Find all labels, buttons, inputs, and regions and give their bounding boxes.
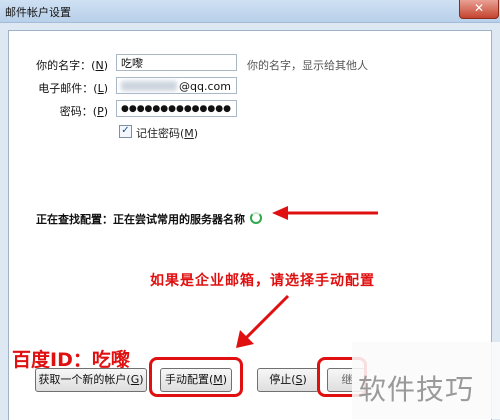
name-hint: 你的名字，显示给其他人 <box>247 59 368 72</box>
name-input[interactable]: 吃嚟 <box>116 54 237 71</box>
remember-password-checkbox[interactable]: ✓ <box>119 125 132 138</box>
email-label: 电子邮件：(L) <box>38 82 108 95</box>
email-input[interactable]: @qq.com <box>116 77 237 94</box>
get-new-account-button[interactable]: 获取一个新的帐户(G) <box>35 368 147 392</box>
title-bar: 邮件帐户设置 ✕ <box>0 0 500 23</box>
password-input[interactable]: ●●●●●●●●●●●●●● <box>116 100 237 117</box>
close-icon: ✕ <box>473 1 485 15</box>
name-label: 你的名字：(N) <box>36 59 108 72</box>
email-redaction <box>121 81 177 91</box>
checkmark-icon: ✓ <box>121 125 130 136</box>
annotation-note: 如果是企业邮箱，请选择手动配置 <box>150 273 375 289</box>
manual-config-highlight <box>149 357 243 397</box>
status-arrow-icon <box>272 206 378 220</box>
remember-password-label[interactable]: 记住密码(M) <box>136 125 198 141</box>
loading-spinner-icon <box>250 212 262 224</box>
close-button[interactable]: ✕ <box>459 0 499 19</box>
manual-arrow-icon <box>236 294 290 348</box>
status-text: 正在查找配置：正在尝试常用的服务器名称 <box>36 213 245 226</box>
watermark-text: 软件技巧 <box>358 373 475 406</box>
stop-button[interactable]: 停止(S) <box>257 368 319 392</box>
window-title: 邮件帐户设置 <box>5 6 71 19</box>
email-domain: @qq.com <box>179 80 231 93</box>
password-label: 密码：(P) <box>59 105 108 118</box>
